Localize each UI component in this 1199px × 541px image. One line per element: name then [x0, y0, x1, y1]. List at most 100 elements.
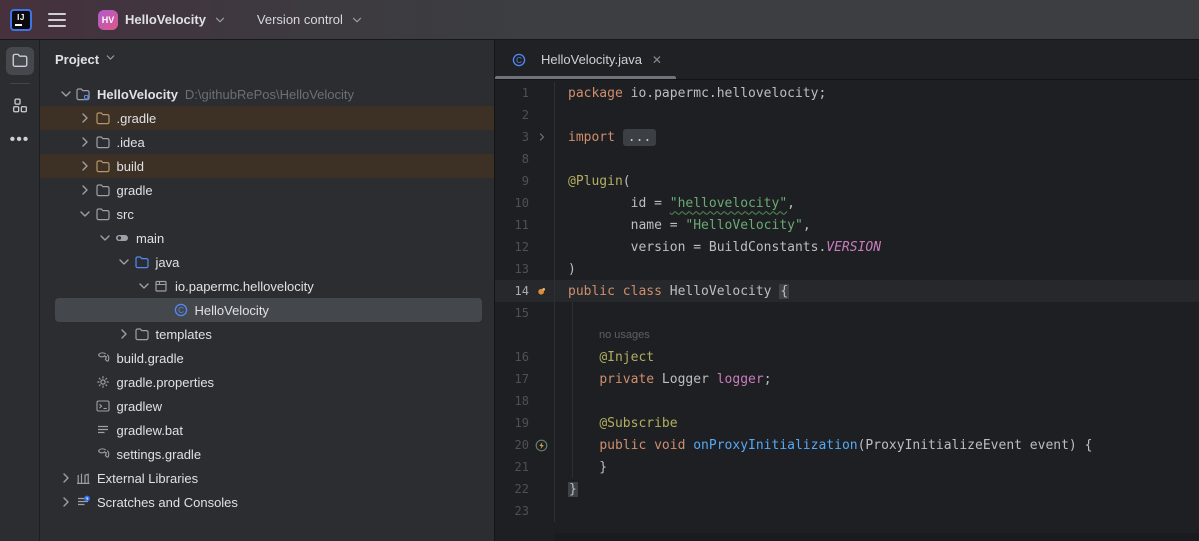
code-text: @Subscribe [554, 412, 1199, 434]
code-line-18[interactable]: 18 [495, 390, 1199, 412]
chevron-right-icon[interactable] [56, 470, 75, 486]
code-line-10[interactable]: 10 id = "hellovelocity", [495, 192, 1199, 214]
chevron-down-icon[interactable] [76, 206, 95, 222]
close-icon[interactable]: ✕ [652, 53, 662, 67]
editor-tab-bar: C HelloVelocity.java ✕ [495, 40, 1199, 80]
package-icon [153, 278, 169, 294]
code-text [554, 148, 1199, 170]
indent-spacer [76, 422, 95, 438]
gutter-spacer [529, 82, 554, 104]
main-menu-button[interactable] [48, 8, 72, 32]
code-line-21[interactable]: 21 } [495, 456, 1199, 478]
code-line-8[interactable]: 8 [495, 148, 1199, 170]
chevron-right-icon[interactable] [76, 110, 95, 126]
tree-row-main[interactable]: main [40, 226, 494, 250]
code-line-14[interactable]: 14 public class HelloVelocity { [495, 280, 1199, 302]
code-text: name = "HelloVelocity", [554, 214, 1199, 236]
tree-row--gradle[interactable]: .gradle [40, 106, 494, 130]
plugin-gutter-icon[interactable] [529, 280, 554, 302]
folded-imports[interactable]: ... [623, 129, 656, 146]
code-text: id = "hellovelocity", [554, 192, 1199, 214]
line-number: 18 [495, 394, 529, 408]
tree-label: gradle.properties [117, 375, 215, 390]
project-panel-title: Project [55, 52, 99, 67]
tree-row-external-libraries[interactable]: External Libraries [40, 466, 494, 490]
tree-label: gradle [117, 183, 153, 198]
project-widget[interactable]: HV HelloVelocity [90, 6, 235, 34]
code-lines: 1package io.papermc.hellovelocity;23impo… [495, 82, 1199, 522]
tree-row-build[interactable]: build [40, 154, 494, 178]
code-line-3[interactable]: 3import ... [495, 126, 1199, 148]
chevron-right-icon[interactable] [115, 326, 134, 342]
line-number: 22 [495, 482, 529, 496]
line-number: 14 [495, 284, 529, 298]
code-text: public class HelloVelocity { [554, 280, 1199, 302]
chevron-right-icon[interactable] [76, 182, 95, 198]
chevron-down-icon[interactable] [134, 278, 153, 294]
code-text [554, 104, 1199, 126]
tree-row-hellovelocity[interactable]: CHelloVelocity [40, 298, 494, 322]
tree-row-build-gradle[interactable]: build.gradle [40, 346, 494, 370]
project-panel: Project HelloVelocityD:\githubRePos\Hell… [40, 40, 495, 541]
code-line-17[interactable]: 17 private Logger logger; [495, 368, 1199, 390]
tree-row-src[interactable]: src [40, 202, 494, 226]
tool-window-rail: ••• [0, 40, 40, 541]
project-tree: HelloVelocityD:\githubRePos\HelloVelocit… [40, 82, 494, 514]
line-number: 8 [495, 152, 529, 166]
tab-hellovelocity-java[interactable]: C HelloVelocity.java ✕ [495, 40, 676, 79]
code-line-13[interactable]: 13) [495, 258, 1199, 280]
more-tool-windows-button[interactable]: ••• [6, 126, 34, 154]
folder-excluded-icon [95, 158, 111, 174]
source-set-icon [114, 230, 130, 246]
code-line-12[interactable]: 12 version = BuildConstants.VERSION [495, 236, 1199, 258]
tree-label: HelloVelocity [97, 87, 178, 102]
code-line-1[interactable]: 1package io.papermc.hellovelocity; [495, 82, 1199, 104]
indent-guide [572, 302, 573, 478]
code-line-9[interactable]: 9@Plugin( [495, 170, 1199, 192]
code-editor[interactable]: 1package io.papermc.hellovelocity;23impo… [495, 80, 1199, 541]
tree-row-templates[interactable]: templates [40, 322, 494, 346]
gutter-spacer [529, 324, 554, 346]
tree-row-java[interactable]: java [40, 250, 494, 274]
chevron-down-icon [104, 51, 117, 67]
chevron-down-icon[interactable] [56, 86, 75, 102]
line-number: 15 [495, 306, 529, 320]
gutter-spacer [529, 104, 554, 126]
code-line-15[interactable]: 15 [495, 302, 1199, 324]
chevron-right-icon[interactable] [76, 158, 95, 174]
usages-inlay-hint[interactable]: no usages [599, 329, 650, 341]
code-line-16[interactable]: 16 @Inject [495, 346, 1199, 368]
tree-label: io.papermc.hellovelocity [175, 279, 314, 294]
fold-chevron-icon[interactable] [529, 126, 554, 148]
inlay-row[interactable]: no usages [495, 324, 1199, 346]
code-line-2[interactable]: 2 [495, 104, 1199, 126]
code-line-11[interactable]: 11 name = "HelloVelocity", [495, 214, 1199, 236]
tree-row-settings-gradle[interactable]: settings.gradle [40, 442, 494, 466]
project-panel-header[interactable]: Project [40, 40, 494, 78]
tree-row-gradle-properties[interactable]: gradle.properties [40, 370, 494, 394]
tree-label: .idea [117, 135, 145, 150]
tree-row-hellovelocity[interactable]: HelloVelocityD:\githubRePos\HelloVelocit… [40, 82, 494, 106]
code-line-23[interactable]: 23 [495, 500, 1199, 522]
chevron-right-icon[interactable] [76, 134, 95, 150]
gutter-spacer [529, 456, 554, 478]
code-text [554, 390, 1199, 412]
tree-row-io-papermc-hellovelocity[interactable]: io.papermc.hellovelocity [40, 274, 494, 298]
chevron-down-icon[interactable] [115, 254, 134, 270]
tree-row--idea[interactable]: .idea [40, 130, 494, 154]
event-gutter-icon[interactable] [529, 434, 554, 456]
horizontal-scrollbar[interactable] [555, 533, 1199, 541]
structure-tool-button[interactable] [6, 92, 34, 120]
tree-row-scratches-and-consoles[interactable]: Scratches and Consoles [40, 490, 494, 514]
vcs-widget[interactable]: Version control [249, 8, 372, 31]
tree-row-gradlew-bat[interactable]: gradlew.bat [40, 418, 494, 442]
chevron-down-icon[interactable] [95, 230, 114, 246]
tree-row-gradle[interactable]: gradle [40, 178, 494, 202]
folder-excluded-icon [95, 110, 111, 126]
code-line-19[interactable]: 19 @Subscribe [495, 412, 1199, 434]
project-tool-button[interactable] [6, 47, 34, 75]
code-line-20[interactable]: 20 public void onProxyInitialization(Pro… [495, 434, 1199, 456]
code-line-22[interactable]: 22} [495, 478, 1199, 500]
tree-row-gradlew[interactable]: gradlew [40, 394, 494, 418]
chevron-right-icon[interactable] [56, 494, 75, 510]
